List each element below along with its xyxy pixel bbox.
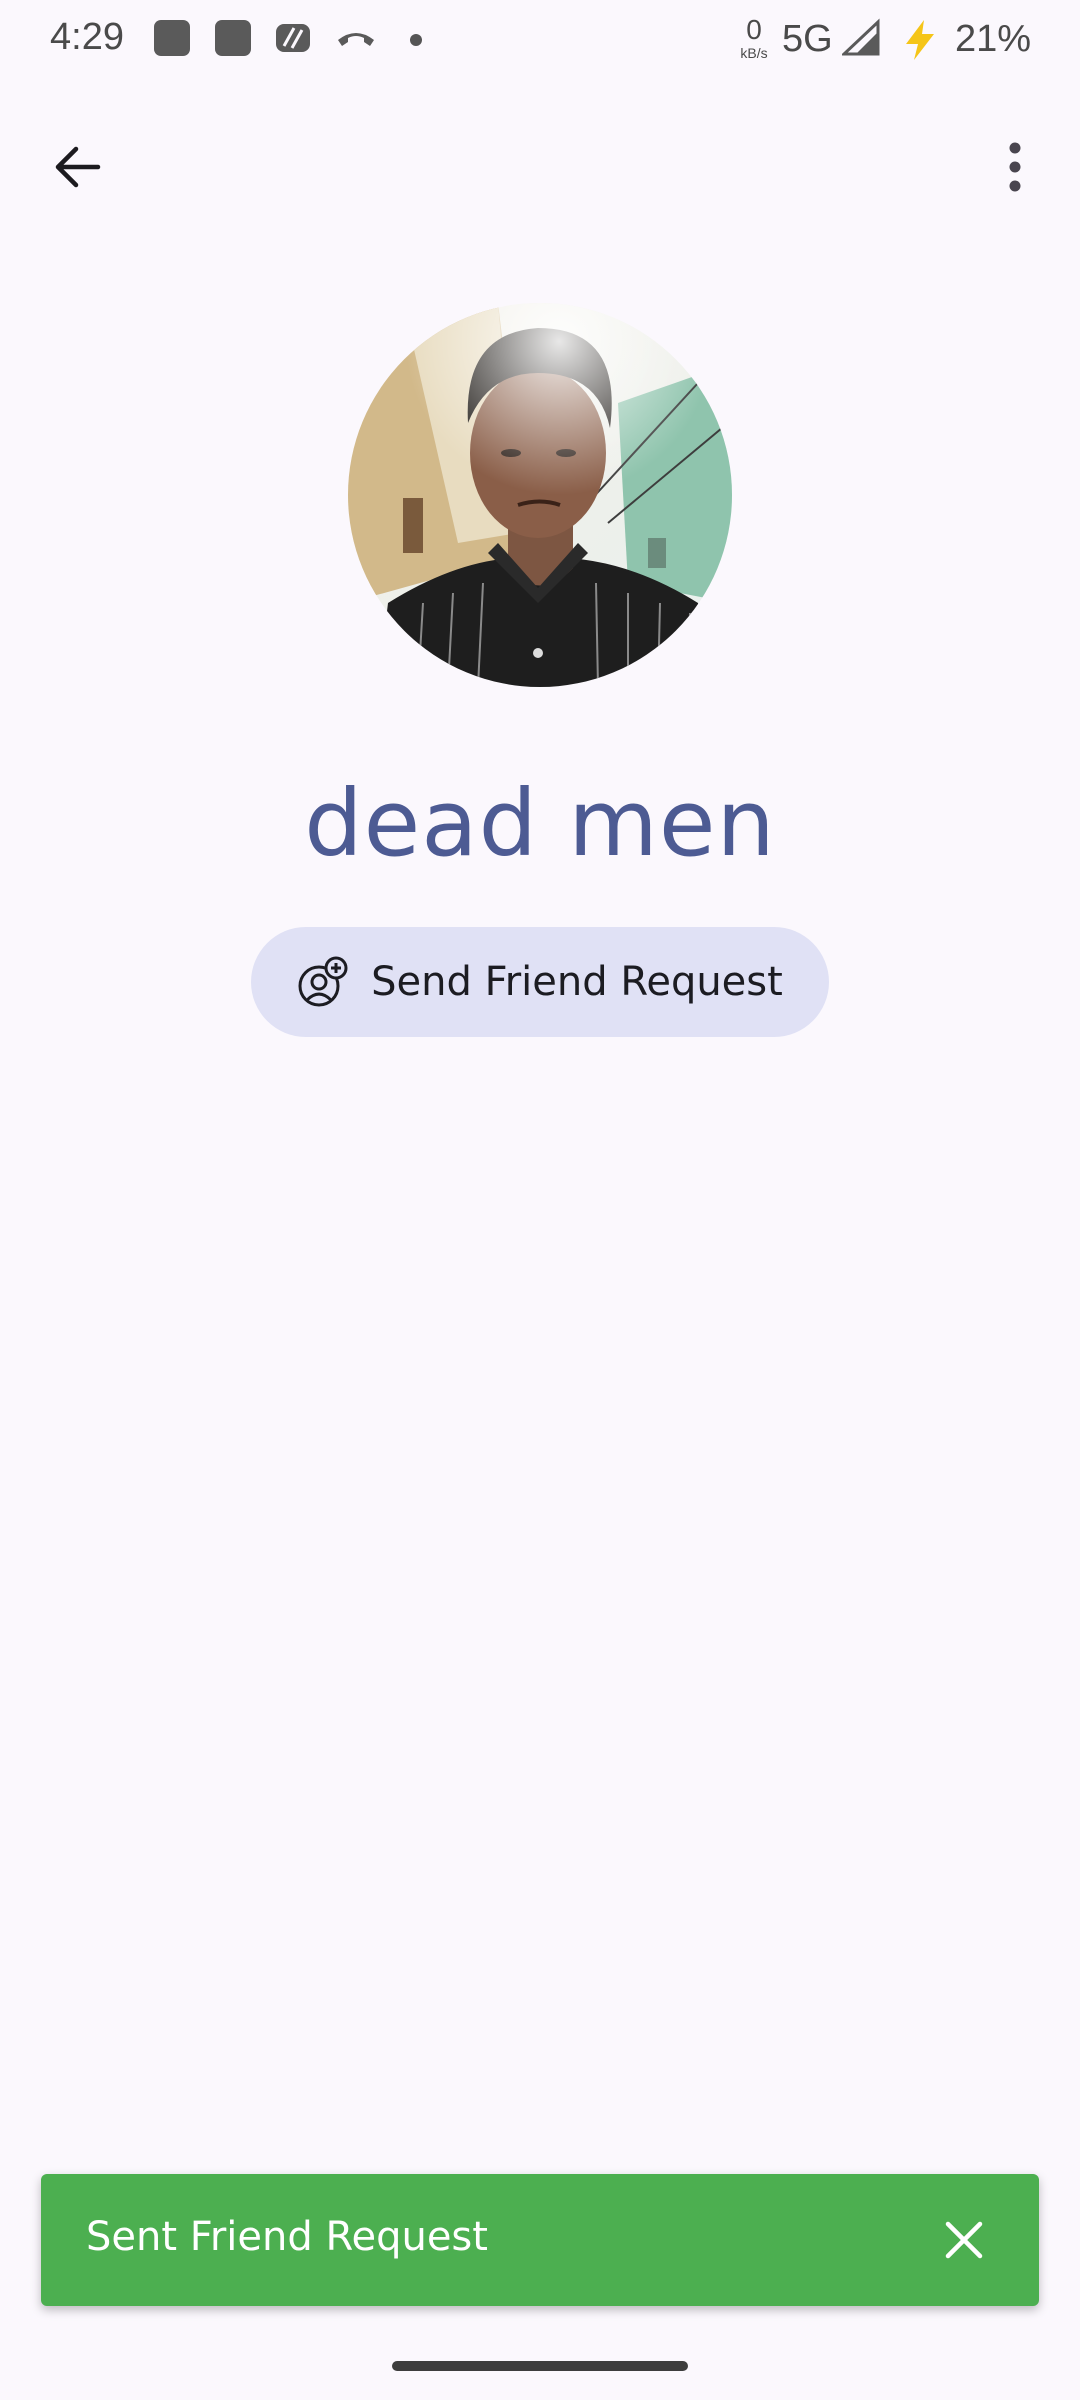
more-notifications-dot (410, 34, 422, 46)
snackbar-message: Sent Friend Request (86, 2214, 488, 2260)
profile-screen: 4:29 0 kB/s 5G 21% dead men Send Friend … (0, 0, 1080, 2400)
status-time: 4:29 (50, 16, 124, 58)
notification-app-icon (276, 24, 310, 52)
network-type: 5G (782, 18, 833, 60)
arrow-back-icon (55, 146, 101, 188)
person-add-icon (298, 956, 348, 1007)
home-gesture-bar[interactable] (392, 2361, 688, 2371)
signal-icon (842, 18, 880, 56)
send-friend-request-button[interactable]: Send Friend Request (251, 927, 829, 1037)
close-icon (945, 2221, 983, 2259)
battery-level: 21% (955, 18, 1032, 60)
profile-avatar (348, 303, 732, 687)
phone-call-icon (338, 33, 374, 46)
charging-bolt-icon (906, 20, 934, 60)
notification-app-icon (154, 20, 190, 56)
network-speed: 0 kB/s (740, 14, 768, 61)
notification-app-icon (215, 20, 251, 56)
back-button[interactable] (40, 130, 114, 204)
snackbar-close-button[interactable] (934, 2210, 994, 2270)
send-friend-request-label: Send Friend Request (371, 959, 783, 1005)
more-options-button[interactable] (978, 130, 1052, 204)
profile-photo (348, 303, 732, 687)
more-vert-icon (1009, 142, 1021, 192)
snackbar: Sent Friend Request (41, 2174, 1039, 2306)
profile-name: dead men (304, 770, 776, 877)
status-bar: 4:29 0 kB/s 5G 21% (0, 0, 1080, 80)
